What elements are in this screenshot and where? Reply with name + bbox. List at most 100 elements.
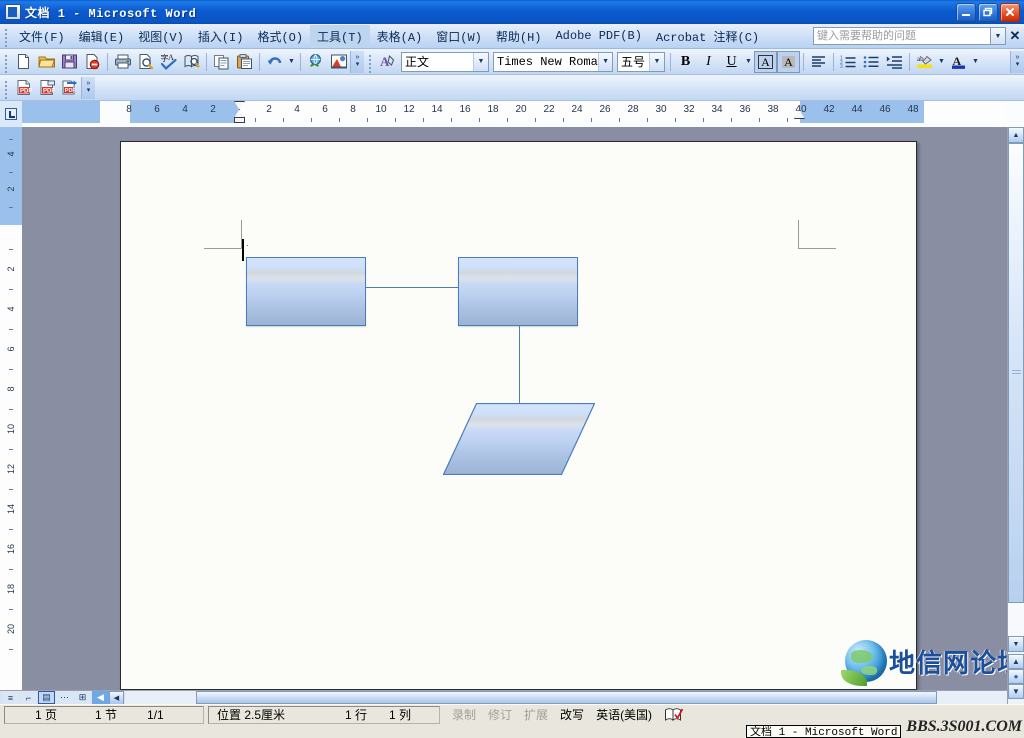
formatting-toolbar-overflow-button[interactable]: » ▾ — [1010, 50, 1024, 73]
pdf-toolbar-grip[interactable] — [2, 79, 9, 99]
copy-icon[interactable] — [210, 51, 233, 73]
process-box-left[interactable] — [246, 257, 366, 326]
left-indent-marker[interactable] — [234, 117, 245, 123]
outline-view-button[interactable]: ⋯ — [56, 691, 73, 704]
minimize-button[interactable] — [956, 2, 976, 22]
menu-item-file[interactable]: 文件(F) — [12, 25, 72, 48]
menu-item-window[interactable]: 窗口(W) — [429, 25, 489, 48]
font-size-combo-arrow[interactable]: ▼ — [649, 52, 664, 71]
character-border-button[interactable]: A — [754, 50, 777, 73]
horizontal-scrollbar-thumb[interactable] — [195, 690, 938, 704]
font-size-combo[interactable]: 五号 ▼ — [617, 51, 665, 72]
menu-item-tools[interactable]: 工具(T) — [310, 24, 370, 48]
paste-icon[interactable] — [233, 51, 256, 73]
spelling-grammar-icon[interactable]: 字 A — [157, 51, 180, 73]
spellcheck-book-icon[interactable] — [664, 707, 684, 723]
convert-and-review-pdf-icon[interactable]: PDF — [58, 77, 81, 99]
undo-dropdown-icon[interactable]: ▼ — [286, 51, 297, 73]
menu-item-insert[interactable]: 插入(I) — [191, 25, 251, 48]
scroll-up-button[interactable]: ▲ — [1008, 127, 1024, 143]
underline-dropdown-icon[interactable]: ▼ — [743, 51, 754, 73]
menu-item-table[interactable]: 表格(A) — [370, 25, 430, 48]
vertical-scrollbar[interactable]: ▲ ▼ ▲ ● ▼ — [1007, 127, 1024, 704]
print-layout-view-button[interactable]: ▤ — [38, 691, 55, 704]
character-shading-button[interactable]: A — [777, 50, 800, 73]
process-box-right[interactable] — [458, 257, 578, 326]
taskbar-window-button[interactable]: 文档 1 - Microsoft Word — [746, 724, 902, 738]
close-document-button[interactable]: ✕ — [1006, 28, 1024, 44]
formatting-toolbar-grip[interactable] — [366, 53, 373, 73]
standard-toolbar-overflow-button[interactable]: » ▾ — [350, 50, 364, 73]
print-icon[interactable] — [111, 51, 134, 73]
previous-page-button[interactable]: ▲ — [1008, 654, 1024, 669]
status-language[interactable]: 英语(美国) — [590, 706, 658, 723]
horizontal-scrollbar-track[interactable] — [125, 690, 1008, 705]
menu-item-edit[interactable]: 编辑(E) — [72, 25, 132, 48]
menu-item-format[interactable]: 格式(O) — [250, 25, 310, 48]
reading-mode-button[interactable]: ◀ — [92, 691, 109, 704]
menu-item-view[interactable]: 视图(V) — [131, 25, 191, 48]
status-track-changes-mode[interactable]: 修订 — [482, 706, 518, 723]
horizontal-ruler-track[interactable]: 8 6 4 2 2 4 6 8 10 12 14 16 18 20 22 24 … — [22, 101, 1024, 127]
next-page-button[interactable]: ▼ — [1008, 684, 1024, 699]
save-icon[interactable] — [58, 51, 81, 73]
menu-item-adobe-pdf[interactable]: Adobe PDF(B) — [548, 26, 648, 46]
style-combo-arrow[interactable]: ▼ — [473, 52, 488, 71]
undo-icon[interactable] — [263, 51, 286, 73]
font-combo[interactable]: Times New Roman ▼ — [493, 51, 613, 72]
permission-icon[interactable] — [81, 51, 104, 73]
vertical-scrollbar-thumb[interactable] — [1008, 143, 1024, 603]
numbered-list-icon[interactable]: 1 2 3 — [837, 51, 860, 73]
reading-layout-view-button[interactable]: ⊞ — [74, 691, 91, 704]
italic-button[interactable]: I — [697, 51, 720, 73]
standard-toolbar-grip[interactable] — [2, 53, 9, 73]
ask-a-question-dropdown-icon[interactable]: ▼ — [991, 27, 1006, 45]
status-extend-selection-mode[interactable]: 扩展 — [518, 706, 554, 723]
increase-indent-icon[interactable] — [883, 51, 906, 73]
taskbar: 文档 1 - Microsoft Word — [0, 724, 1024, 738]
ruler-label: 46 — [879, 104, 891, 115]
document-page[interactable]: · — [120, 141, 917, 690]
insert-hyperlink-icon[interactable] — [304, 51, 327, 73]
styles-and-formatting-icon[interactable]: A — [376, 51, 399, 73]
pdf-toolbar-overflow-button[interactable]: » ▾ — [81, 76, 95, 99]
bulleted-list-icon[interactable] — [860, 51, 883, 73]
menu-item-help[interactable]: 帮助(H) — [489, 25, 549, 48]
align-left-icon[interactable] — [807, 51, 830, 73]
convert-to-pdf-icon[interactable]: PDF — [12, 77, 35, 99]
highlight-icon[interactable]: ab — [913, 51, 936, 73]
ask-a-question-input[interactable]: 键入需要帮助的问题 — [813, 27, 991, 45]
restore-button[interactable] — [978, 2, 998, 22]
bold-button[interactable]: B — [674, 51, 697, 73]
font-color-dropdown-icon[interactable]: ▼ — [970, 51, 981, 73]
web-layout-view-button[interactable]: ⌐ — [20, 691, 37, 704]
scroll-down-button[interactable]: ▼ — [1008, 636, 1024, 652]
select-browse-object-button[interactable]: ● — [1008, 669, 1024, 684]
menu-grip-handle[interactable] — [2, 27, 9, 47]
horizontal-ruler[interactable]: 8 6 4 2 2 4 6 8 10 12 14 16 18 20 22 24 … — [0, 101, 1024, 127]
open-folder-icon[interactable] — [35, 51, 58, 73]
normal-view-button[interactable]: ≡ — [2, 691, 19, 704]
left-tab-stop-icon[interactable] — [0, 101, 22, 127]
scroll-left-button[interactable]: ◀ — [109, 690, 124, 705]
status-record-mode[interactable]: 录制 — [446, 706, 482, 723]
new-document-icon[interactable] — [12, 51, 35, 73]
highlight-dropdown-icon[interactable]: ▼ — [936, 51, 947, 73]
ruler-label: 24 — [571, 104, 583, 115]
close-button[interactable] — [1000, 2, 1020, 22]
font-combo-arrow[interactable]: ▼ — [598, 52, 612, 71]
research-icon[interactable] — [180, 51, 203, 73]
font-color-icon[interactable]: A — [947, 51, 970, 73]
status-overtype-mode[interactable]: 改写 — [554, 706, 590, 723]
underline-button[interactable]: U — [720, 51, 743, 73]
drawing-icon[interactable] — [327, 51, 350, 73]
connector-right-to-data[interactable] — [519, 326, 520, 405]
style-combo[interactable]: 正文 ▼ — [401, 51, 489, 72]
ruler-label: 8 — [350, 104, 356, 115]
vertical-scrollbar-track[interactable] — [1008, 603, 1024, 636]
status-page-of-total: 1/1 — [147, 707, 164, 722]
menu-item-acrobat-comments[interactable]: Acrobat 注释(C) — [649, 25, 766, 48]
print-preview-icon[interactable] — [134, 51, 157, 73]
convert-and-email-pdf-icon[interactable]: PDF — [35, 77, 58, 99]
vertical-ruler[interactable]: 4 2 2 4 6 8 10 12 14 16 18 20 — [0, 127, 22, 690]
